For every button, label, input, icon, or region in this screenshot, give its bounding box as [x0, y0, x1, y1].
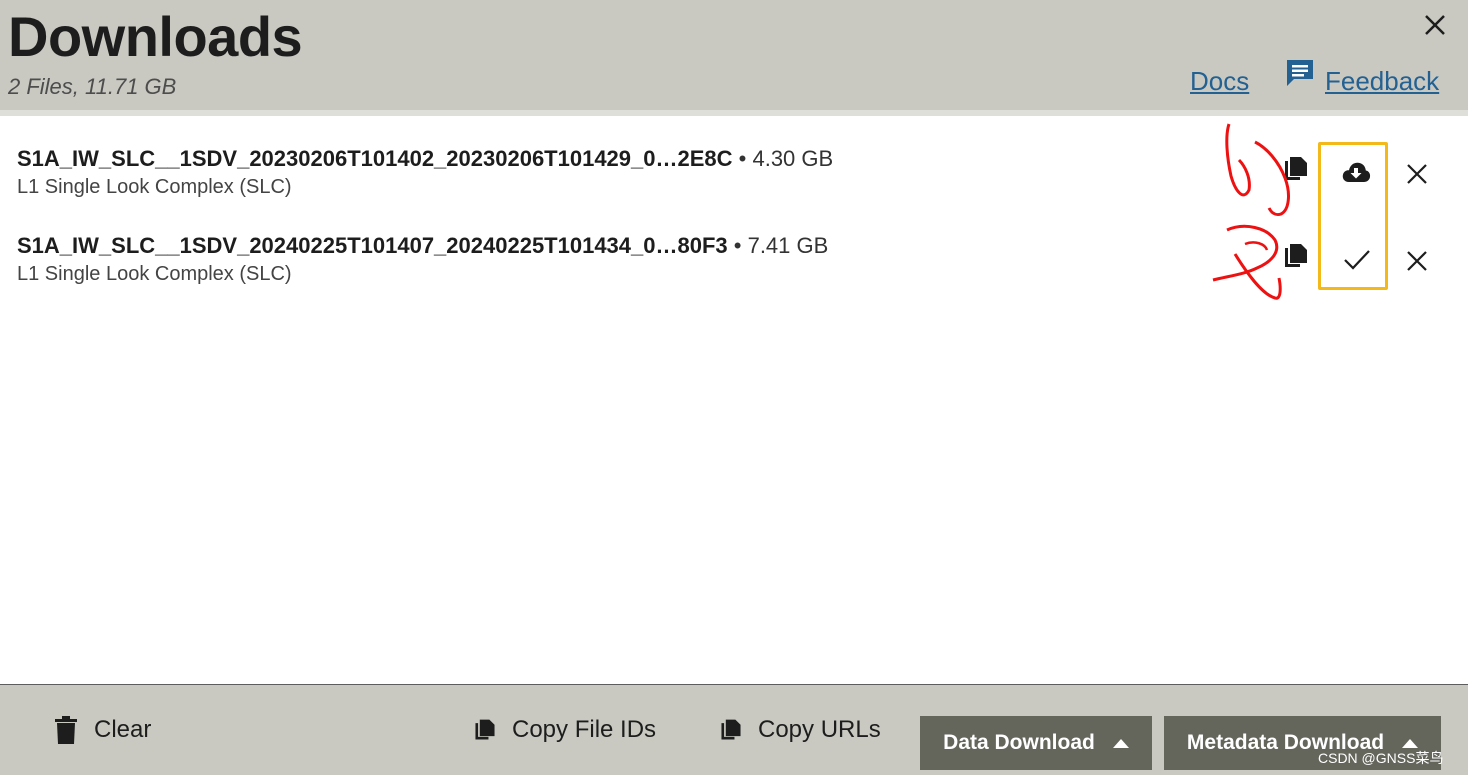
copy-file-ids-button[interactable]: Copy File IDs	[472, 685, 656, 775]
copy-icon	[475, 719, 495, 740]
comment-icon[interactable]	[1284, 57, 1316, 89]
page-title: Downloads	[8, 5, 303, 68]
header-divider	[0, 110, 1468, 116]
close-icon[interactable]	[1420, 10, 1450, 40]
file-name: S1A_IW_SLC__1SDV_20240225T101407_2024022…	[17, 233, 728, 258]
clear-label: Clear	[94, 716, 152, 743]
feedback-link[interactable]: Feedback	[1325, 66, 1439, 97]
downloads-header: Downloads 2 Files, 11.71 GB Docs Feedbac…	[0, 0, 1468, 110]
file-size: • 7.41 GB	[733, 233, 829, 258]
remove-icon[interactable]	[1403, 160, 1433, 190]
file-name-row: S1A_IW_SLC__1SDV_20230206T101402_2023020…	[17, 146, 833, 172]
caret-up-icon	[1402, 738, 1419, 748]
caret-up-icon	[1112, 738, 1129, 748]
remove-icon[interactable]	[1403, 247, 1433, 277]
docs-link[interactable]: Docs	[1190, 66, 1249, 97]
file-type: L1 Single Look Complex (SLC)	[17, 263, 292, 285]
files-summary: 2 Files, 11.71 GB	[8, 74, 177, 99]
handwritten-annotation-marks	[1212, 123, 1290, 300]
clear-button[interactable]: Clear	[54, 685, 151, 775]
trash-icon	[55, 716, 77, 744]
copy-urls-button[interactable]: Copy URLs	[718, 685, 881, 775]
file-size: • 4.30 GB	[738, 146, 834, 171]
data-download-label: Data Download	[943, 731, 1095, 754]
copy-file-ids-label: Copy File IDs	[512, 716, 657, 743]
file-name-row: S1A_IW_SLC__1SDV_20240225T101407_2024022…	[17, 233, 828, 259]
copy-icon	[721, 719, 741, 740]
file-type: L1 Single Look Complex (SLC)	[17, 176, 292, 198]
data-download-button[interactable]: Data Download	[920, 716, 1152, 770]
status-highlight-box	[1318, 142, 1388, 290]
file-name: S1A_IW_SLC__1SDV_20230206T101402_2023020…	[17, 146, 733, 171]
watermark: CSDN @GNSS菜鸟	[1318, 750, 1444, 766]
copy-urls-label: Copy URLs	[758, 716, 881, 743]
